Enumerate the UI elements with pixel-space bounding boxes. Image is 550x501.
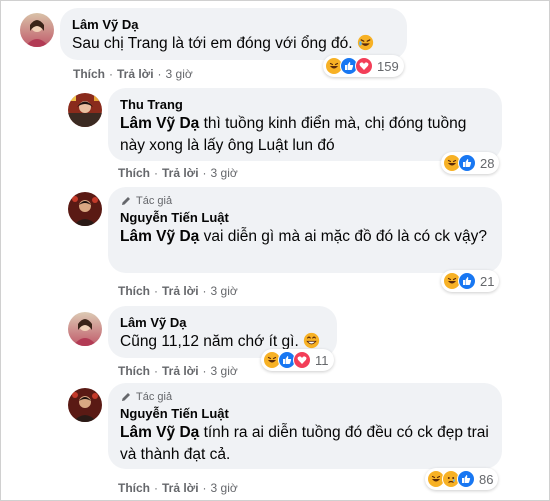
comment-text: Lâm Vỹ Dạ vai diễn gì mà ai mặc đồ đó là… bbox=[120, 226, 490, 248]
reply-link[interactable]: Trả lời bbox=[117, 67, 154, 81]
separator: · bbox=[202, 166, 207, 180]
comment-bubble: Thu Trang Lâm Vỹ Dạ thì tuồng kinh điển … bbox=[108, 88, 502, 161]
comment-body: Cũng 11,12 năm chớ ít gì. bbox=[120, 333, 299, 350]
separator: · bbox=[154, 481, 158, 495]
reply-link[interactable]: Trả lời bbox=[162, 166, 199, 180]
timestamp[interactable]: 3 giờ bbox=[211, 166, 238, 180]
separator: · bbox=[154, 284, 158, 298]
comment-actions: Thích · Trả lời · 3 giờ bbox=[118, 284, 238, 298]
avatar[interactable] bbox=[68, 93, 102, 127]
reaction-count: 28 bbox=[480, 155, 495, 171]
like-link[interactable]: Thích bbox=[118, 364, 150, 378]
reaction-count: 86 bbox=[479, 471, 494, 487]
comment-actions: Thích · Trả lời · 3 giờ bbox=[118, 166, 238, 180]
comment-actions: Thích · Trả lời · 3 giờ bbox=[118, 364, 238, 378]
comment-actions: Thích · Trả lời · 3 giờ bbox=[118, 481, 238, 495]
separator: · bbox=[154, 364, 158, 378]
pencil-icon bbox=[122, 197, 130, 205]
love-reaction-icon bbox=[293, 351, 311, 369]
reaction-summary[interactable]: 28 bbox=[441, 152, 500, 174]
separator: · bbox=[202, 364, 207, 378]
comment-text: Lâm Vỹ Dạ tính ra ai diễn tuồng đó đều c… bbox=[120, 422, 490, 466]
like-reaction-icon bbox=[458, 154, 476, 172]
reply-link[interactable]: Trả lời bbox=[162, 481, 199, 495]
mention-tag[interactable]: Lâm Vỹ Dạ bbox=[120, 228, 199, 245]
mention-tag[interactable]: Lâm Vỹ Dạ bbox=[120, 424, 199, 441]
timestamp[interactable]: 3 giờ bbox=[211, 481, 238, 495]
separator: · bbox=[154, 166, 158, 180]
author-badge-label: Tác giả bbox=[136, 391, 173, 403]
avatar[interactable] bbox=[68, 312, 102, 346]
commenter-name[interactable]: Lâm Vỹ Dạ bbox=[120, 314, 325, 331]
like-link[interactable]: Thích bbox=[118, 284, 150, 298]
comment-bubble: Lâm Vỹ Dạ Sau chị Trang là tới em đóng v… bbox=[60, 8, 407, 60]
reaction-summary[interactable]: 11 bbox=[261, 349, 334, 371]
like-reaction-icon bbox=[458, 272, 476, 290]
comment-bubble: Tác giả Nguyễn Tiến Luật Lâm Vỹ Dạ tính … bbox=[108, 383, 502, 469]
comment-body: Sau chị Trang là tới em đóng với ổng đó. bbox=[72, 35, 353, 52]
commenter-name[interactable]: Thu Trang bbox=[120, 96, 490, 113]
timestamp[interactable]: 3 giờ bbox=[166, 67, 193, 81]
comment-actions: Thích · Trả lời · 3 giờ bbox=[73, 67, 193, 81]
timestamp[interactable]: 3 giờ bbox=[211, 364, 238, 378]
comment-body: vai diễn gì mà ai mặc đồ đó là có ck vậy… bbox=[199, 228, 488, 245]
timestamp[interactable]: 3 giờ bbox=[211, 284, 238, 298]
reaction-count: 21 bbox=[480, 273, 495, 289]
like-link[interactable]: Thích bbox=[118, 481, 150, 495]
separator: · bbox=[202, 481, 207, 495]
avatar[interactable] bbox=[20, 13, 54, 47]
commenter-name[interactable]: Nguyễn Tiến Luật bbox=[120, 209, 490, 226]
separator: · bbox=[202, 284, 207, 298]
author-badge: Tác giả bbox=[120, 391, 490, 403]
reaction-summary[interactable]: 21 bbox=[441, 270, 500, 292]
love-reaction-icon bbox=[355, 57, 373, 75]
reply-link[interactable]: Trả lời bbox=[162, 364, 199, 378]
pencil-icon bbox=[122, 393, 130, 401]
commenter-name[interactable]: Lâm Vỹ Dạ bbox=[72, 16, 395, 33]
separator: · bbox=[109, 67, 113, 81]
separator: · bbox=[157, 67, 162, 81]
reaction-summary[interactable]: 86 bbox=[425, 468, 499, 490]
avatar[interactable] bbox=[68, 192, 102, 226]
author-badge: Tác giả bbox=[120, 195, 490, 207]
reaction-count: 11 bbox=[315, 352, 329, 368]
comment-bubble: Tác giả Nguyễn Tiến Luật Lâm Vỹ Dạ vai d… bbox=[108, 187, 502, 273]
mention-tag[interactable]: Lâm Vỹ Dạ bbox=[120, 115, 199, 132]
reply-link[interactable]: Trả lời bbox=[162, 284, 199, 298]
like-link[interactable]: Thích bbox=[73, 67, 105, 81]
like-link[interactable]: Thích bbox=[118, 166, 150, 180]
reaction-summary[interactable]: 159 bbox=[323, 55, 404, 77]
author-badge-label: Tác giả bbox=[136, 195, 173, 207]
reaction-count: 159 bbox=[377, 58, 399, 74]
commenter-name[interactable]: Nguyễn Tiến Luật bbox=[120, 405, 490, 422]
like-reaction-icon bbox=[457, 470, 475, 488]
comment-text: Lâm Vỹ Dạ thì tuồng kinh điển mà, chị đó… bbox=[120, 113, 490, 157]
avatar[interactable] bbox=[68, 388, 102, 422]
